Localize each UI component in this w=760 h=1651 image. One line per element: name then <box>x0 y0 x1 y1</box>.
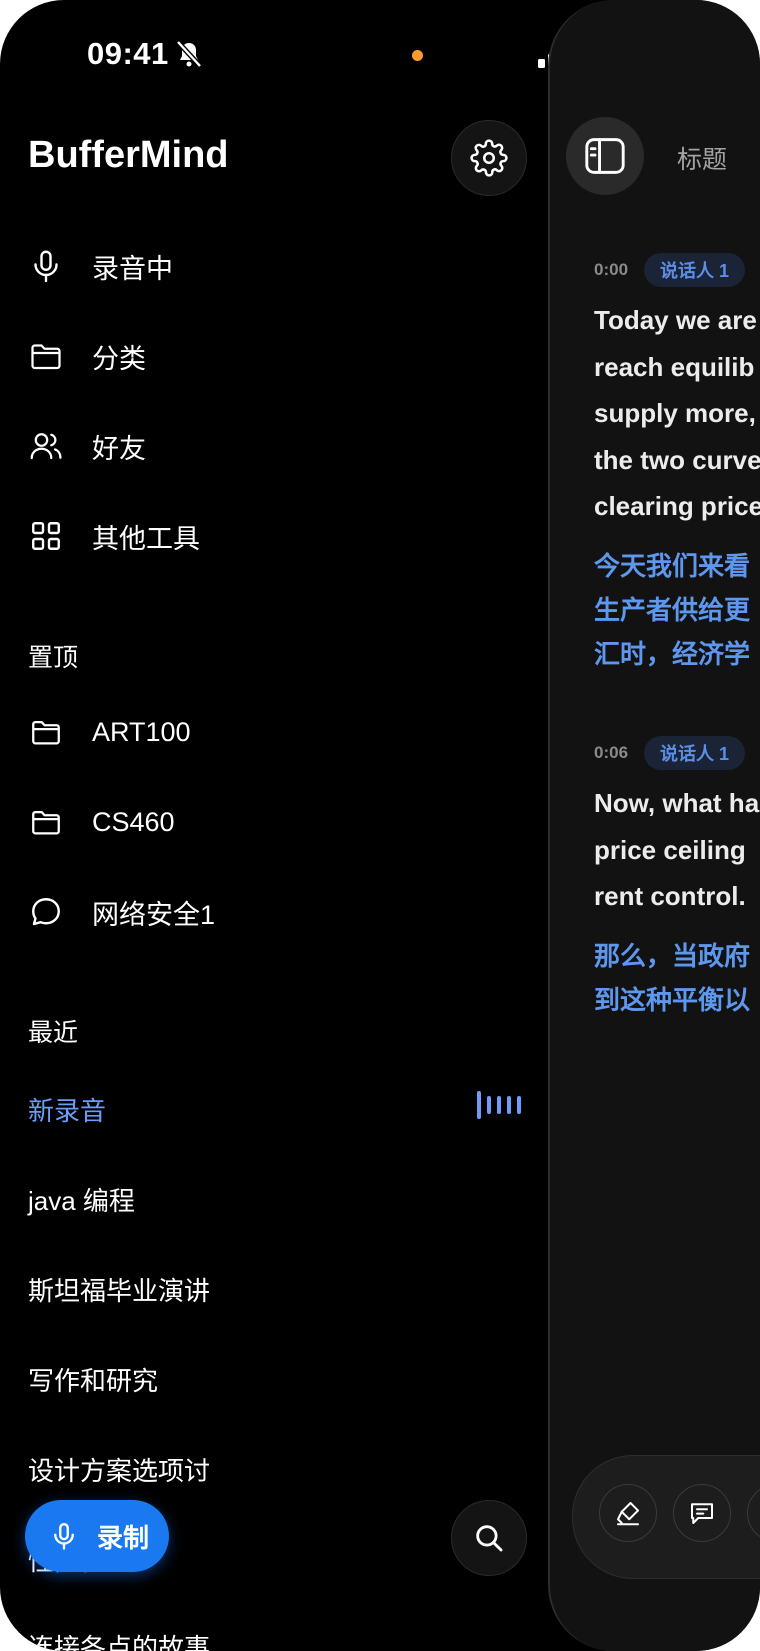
folder-icon <box>26 336 66 376</box>
comment-icon <box>691 1503 713 1524</box>
highlight-button[interactable] <box>599 1484 657 1542</box>
recent-item[interactable]: 设计方案选项讨 <box>28 1451 210 1488</box>
folder-icon <box>26 712 66 752</box>
segment-text: Today we are reach equilib supply more, … <box>594 305 760 521</box>
record-label: 录制 <box>97 1522 150 1553</box>
pinned-label: ART100 <box>92 716 191 747</box>
folder-icon <box>26 802 66 842</box>
nav-item-recording[interactable]: 录音中 <box>26 241 173 291</box>
segment-text: Now, what ha price ceiling rent control. <box>594 788 760 911</box>
pinned-item-art100[interactable]: ART100 <box>26 707 191 757</box>
microphone-icon <box>26 246 66 286</box>
pinned-label: 网络安全1 <box>92 899 216 930</box>
recent-item[interactable]: 连接各点的故事 <box>28 1628 210 1651</box>
camera-indicator <box>412 50 423 61</box>
pinned-item-cs460[interactable]: CS460 <box>26 797 175 847</box>
speaker-badge[interactable]: 说话人 1 <box>644 253 746 287</box>
nav-item-categories[interactable]: 分类 <box>26 331 146 381</box>
bottom-toolbar <box>572 1455 760 1579</box>
app-title: BufferMind <box>28 134 229 176</box>
transcript-segment: 0:00 说话人 1 Today we are reach equilib su… <box>594 253 760 676</box>
pinned-header: 置顶 <box>28 644 79 672</box>
phone-screen: 09:41 BufferMind 录音中 分类 好友 其他工具 置顶 ART10… <box>0 0 760 1651</box>
nav-label: 录音中 <box>92 253 173 284</box>
segment-translation: 今天我们来看 生产者供给更 汇时，经济学 <box>594 550 751 669</box>
bell-off-icon <box>176 40 202 68</box>
segment-timestamp[interactable]: 0:00 <box>594 260 628 280</box>
recent-item[interactable]: 写作和研究 <box>28 1361 158 1398</box>
search-icon <box>476 1525 503 1552</box>
audio-wave-icon <box>477 1091 521 1119</box>
users-icon <box>26 426 66 466</box>
recording-title[interactable]: 标题 <box>677 140 727 176</box>
recent-item[interactable]: 斯坦福毕业演讲 <box>28 1271 210 1308</box>
toggle-sidebar-button[interactable] <box>566 117 644 195</box>
microphone-icon <box>54 1522 74 1550</box>
transcript-segment: 0:06 说话人 1 Now, what ha price ceiling re… <box>594 736 759 1022</box>
settings-button[interactable] <box>451 120 527 196</box>
chat-bubble-icon <box>26 892 66 932</box>
segment-timestamp[interactable]: 0:06 <box>594 743 628 763</box>
highlighter-icon <box>617 1502 639 1526</box>
nav-label: 分类 <box>92 343 146 374</box>
nav-item-other-tools[interactable]: 其他工具 <box>26 511 200 561</box>
recent-item-active[interactable]: 新录音 <box>28 1091 106 1128</box>
segment-translation: 那么，当政府 到这种平衡以 <box>594 940 751 1015</box>
pinned-item-network-security[interactable]: 网络安全1 <box>26 887 215 937</box>
nav-label: 好友 <box>92 433 146 464</box>
gear-icon <box>470 139 508 177</box>
transcript-panel: 标题 0:00 说话人 1 Today we are reach equilib… <box>548 0 760 1651</box>
nav-label: 其他工具 <box>92 523 200 554</box>
speaker-badge[interactable]: 说话人 1 <box>644 736 746 770</box>
recent-item[interactable]: java 编程 <box>28 1181 135 1218</box>
comment-button[interactable] <box>673 1484 731 1542</box>
nav-item-friends[interactable]: 好友 <box>26 421 146 471</box>
record-button[interactable]: 录制 <box>25 1500 169 1572</box>
pinned-label: CS460 <box>92 806 175 837</box>
toolbar-button[interactable] <box>747 1484 760 1542</box>
status-time: 09:41 <box>87 36 169 71</box>
recent-header: 最近 <box>28 1019 79 1047</box>
grid-icon <box>26 516 66 556</box>
sidebar-icon <box>585 138 625 174</box>
search-button[interactable] <box>451 1500 527 1576</box>
